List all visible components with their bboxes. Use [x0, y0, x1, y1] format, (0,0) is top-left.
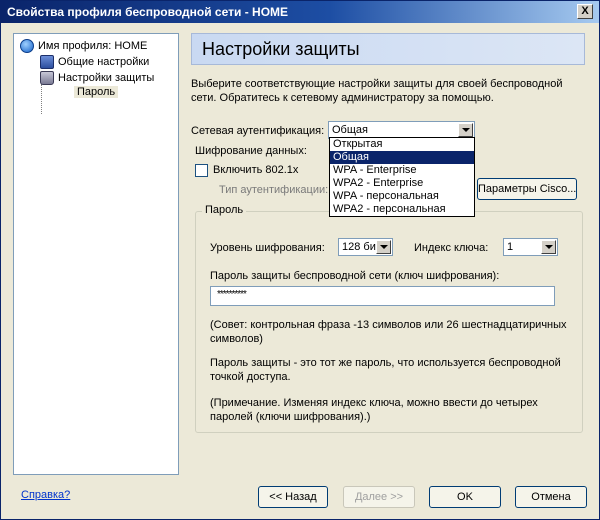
key-index-select[interactable]: 1 [503, 238, 558, 256]
ok-button[interactable]: OK [429, 486, 501, 508]
tree-item-security-settings[interactable]: Настройки защиты [40, 71, 154, 85]
tree-connector [41, 84, 42, 114]
intro-text: Выберите соответствующие настройки защит… [191, 78, 563, 104]
tree-item-label: Настройки защиты [58, 72, 155, 84]
close-button[interactable]: X [577, 4, 593, 19]
info-text: Пароль защиты - это тот же пароль, что и… [210, 357, 561, 383]
enable-8021x-checkbox[interactable] [195, 164, 208, 177]
enable-8021x-label: Включить 802.1x [213, 164, 299, 176]
password-group: Пароль Уровень шифрования: 128 би Индекс… [195, 204, 583, 433]
note-text: (Примечание. Изменяя индекс ключа, можно… [210, 397, 538, 423]
lock-icon [40, 71, 54, 85]
next-button[interactable]: Далее >> [343, 486, 415, 508]
title-bar: Свойства профиля беспроводной сети - HOM… [1, 1, 599, 23]
help-link[interactable]: Справка? [21, 489, 70, 501]
security-settings-panel: Настройки защиты Выберите соответствующи… [191, 33, 585, 475]
dropdown-option[interactable]: Открытая [330, 138, 474, 151]
profile-icon [20, 39, 34, 53]
chevron-down-icon[interactable] [376, 240, 391, 254]
settings-icon [40, 55, 54, 69]
dropdown-option-selected[interactable]: Общая [330, 151, 474, 164]
dropdown-option[interactable]: WPA - Enterprise [330, 164, 474, 177]
network-auth-value: Общая [332, 124, 368, 136]
tree-item-label: Пароль [74, 86, 119, 98]
page-title: Настройки защиты [191, 33, 585, 65]
back-button[interactable]: << Назад [258, 486, 328, 508]
dropdown-option[interactable]: WPA2 - Enterprise [330, 177, 474, 190]
dialog-window: Свойства профиля беспроводной сети - HOM… [0, 0, 600, 520]
network-auth-dropdown: Открытая Общая WPA - Enterprise WPA2 - E… [329, 137, 475, 217]
encryption-label: Шифрование данных: [195, 145, 307, 157]
profile-tree: Имя профиля: HOME Общие настройки Настро… [13, 33, 179, 475]
dropdown-option[interactable]: WPA2 - персональная [330, 203, 474, 216]
hint-text: (Совет: контрольная фраза -13 символов и… [210, 319, 567, 345]
chevron-down-icon[interactable] [541, 240, 556, 254]
chevron-down-icon[interactable] [458, 123, 473, 137]
security-key-label: Пароль защиты беспроводной сети (ключ ши… [210, 270, 500, 282]
key-index-label: Индекс ключа: [414, 242, 489, 254]
tree-item-profile[interactable]: Имя профиля: HOME [20, 39, 147, 53]
tree-item-password[interactable]: Пароль [74, 86, 119, 98]
password-group-title: Пароль [202, 204, 247, 216]
window-title: Свойства профиля беспроводной сети - HOM… [7, 5, 289, 19]
encryption-level-value: 128 би [342, 241, 376, 253]
auth-type-label: Тип аутентификации: [219, 184, 329, 196]
tree-item-general-settings[interactable]: Общие настройки [40, 55, 149, 69]
tree-item-label: Общие настройки [58, 56, 150, 68]
tree-item-label: Имя профиля: HOME [38, 40, 148, 52]
key-index-value: 1 [507, 241, 514, 253]
cancel-button[interactable]: Отмена [515, 486, 587, 508]
security-key-value: ********** [217, 289, 247, 300]
security-key-input[interactable]: ********** [210, 286, 555, 306]
encryption-level-label: Уровень шифрования: [210, 242, 325, 254]
network-auth-label: Сетевая аутентификация: [191, 125, 325, 137]
close-icon: X [581, 5, 589, 17]
encryption-level-select[interactable]: 128 би [338, 238, 393, 256]
dropdown-option[interactable]: WPA - персональная [330, 190, 474, 203]
cisco-options-button[interactable]: Параметры Cisco... [477, 178, 577, 200]
